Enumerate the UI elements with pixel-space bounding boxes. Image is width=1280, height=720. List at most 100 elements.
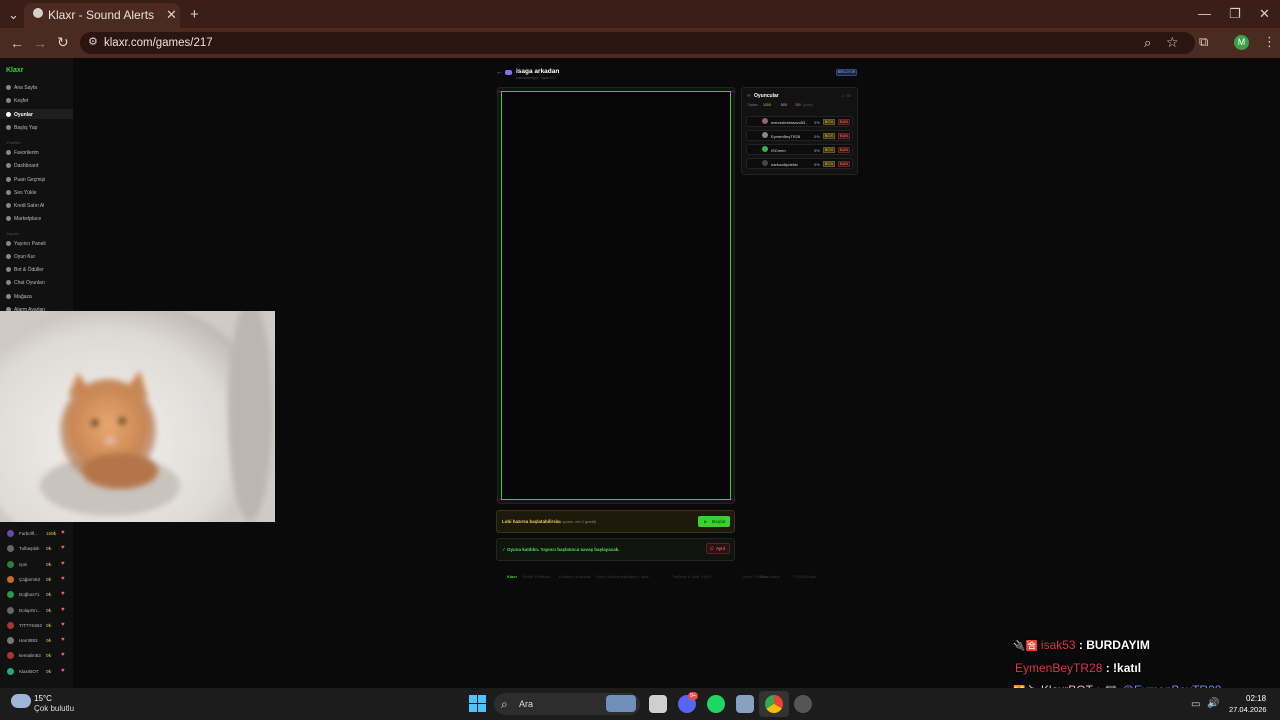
- heart-icon[interactable]: ♥: [61, 622, 65, 628]
- window-close-icon[interactable]: ✕: [1259, 7, 1270, 20]
- sidebar-item-upload[interactable]: Ses Yükle: [6, 190, 36, 196]
- footer-link[interactable]: Bize Ulaşın: [760, 574, 780, 579]
- sidebar-section-head: Yönetim: [6, 140, 21, 145]
- weather-text[interactable]: Çok bulutlu: [34, 704, 74, 713]
- box-button[interactable]: BOX: [823, 160, 835, 167]
- heart-icon[interactable]: ♥: [61, 545, 65, 551]
- heart-icon[interactable]: ♥: [61, 607, 65, 613]
- weather-temp[interactable]: 15°C: [34, 694, 52, 703]
- sidebar-user-row[interactable]: KlaxrBOT 0₺ ♥: [5, 667, 70, 677]
- shop-icon: [6, 294, 11, 300]
- sidebar-item-points[interactable]: Puan Geçmişi: [6, 177, 45, 183]
- footer-link[interactable]: Kullanım Koşulları: [559, 574, 591, 579]
- forward-icon[interactable]: →: [33, 36, 47, 50]
- sidebar-user-row[interactable]: TITTYK652 0₺ ♥: [5, 621, 70, 631]
- sidebar-item-home[interactable]: Ana Sayfa: [6, 85, 37, 91]
- footer-link[interactable]: Gizlilik Politikası: [522, 574, 551, 579]
- tab-search-icon[interactable]: ⌄: [8, 8, 19, 21]
- bookmark-star-icon[interactable]: ☆: [1166, 35, 1179, 49]
- zoom-icon[interactable]: ⌕: [1144, 36, 1151, 49]
- new-tab-icon[interactable]: +: [190, 7, 199, 22]
- sidebar-item-chat-games[interactable]: Chat Oyunları: [6, 280, 45, 286]
- profile-avatar[interactable]: M: [1234, 35, 1249, 50]
- user-name: kemalim53: [19, 653, 41, 659]
- sidebar-item-setup[interactable]: Oyun Kur: [6, 254, 35, 260]
- sidebar-user-row[interactable]: Işısi 0₺ ♥: [5, 560, 70, 570]
- avatar: [762, 160, 768, 166]
- chrome-icon[interactable]: [765, 695, 783, 713]
- avatar: [762, 132, 768, 138]
- sidebar-item-marketplace[interactable]: Marketplace: [6, 216, 41, 222]
- menu-icon[interactable]: ⋮: [1263, 35, 1276, 48]
- heart-icon[interactable]: ♥: [61, 530, 65, 536]
- rank-icon: ·: [757, 119, 759, 124]
- footer-link[interactable]: KVKK: [701, 574, 712, 579]
- sidebar-item-favorites[interactable]: Favorilerim: [6, 150, 39, 156]
- game-canvas[interactable]: [501, 91, 731, 500]
- back-icon[interactable]: ←: [10, 36, 24, 50]
- avatar: [7, 652, 14, 660]
- reload-icon[interactable]: ↻: [57, 35, 69, 49]
- user-name: Furbollf...: [19, 531, 38, 536]
- user-points: 0₺: [46, 546, 52, 552]
- file-explorer-icon[interactable]: [649, 695, 667, 713]
- box-button[interactable]: BOX: [823, 146, 835, 153]
- sidebar-item-start[interactable]: Başlış Yap: [6, 125, 37, 131]
- sidebar-user-row[interactable]: Çağarm53 0₺ ♥: [5, 575, 70, 585]
- player-name: narkozdipdelisi: [771, 161, 798, 167]
- spotify-icon[interactable]: [707, 695, 725, 713]
- heart-icon[interactable]: ♥: [61, 652, 65, 658]
- footer-link[interactable]: Klaxr: [507, 574, 517, 579]
- heart-icon[interactable]: ♥: [61, 591, 65, 597]
- footer-link[interactable]: Cayma / İade: [625, 574, 649, 579]
- heart-icon[interactable]: ♥: [61, 561, 65, 567]
- heart-icon[interactable]: ♥: [61, 637, 65, 643]
- volume-icon[interactable]: 🔊: [1207, 698, 1219, 709]
- clock-date[interactable]: 27.04.2026: [1229, 705, 1267, 714]
- footer-link[interactable]: © 2026 Klaxr: [793, 574, 816, 579]
- obs-icon[interactable]: [794, 695, 812, 713]
- heart-icon[interactable]: ♥: [61, 668, 65, 674]
- sidebar-item-dashboard[interactable]: Dashboard: [6, 163, 38, 169]
- footer-link[interactable]: Teslimat & İade: [672, 574, 699, 579]
- close-tab-icon[interactable]: ✕: [166, 8, 177, 21]
- ban-button[interactable]: BAN: [838, 132, 850, 139]
- sidebar-item-shop[interactable]: Mağaza: [6, 294, 32, 300]
- clock-time[interactable]: 02:18: [1246, 694, 1266, 703]
- sidebar-item-games[interactable]: Oyunlar: [6, 112, 33, 118]
- heart-icon[interactable]: ♥: [61, 576, 65, 582]
- app-icon[interactable]: [736, 695, 754, 713]
- url-text[interactable]: klaxr.com/games/217: [104, 37, 213, 49]
- avatar: [7, 637, 14, 645]
- sidebar-user-row[interactable]: kemalim53 0₺ ♥: [5, 651, 70, 661]
- address-bar[interactable]: [80, 32, 1195, 54]
- windows-start-icon[interactable]: [469, 695, 486, 712]
- extensions-icon[interactable]: ⧉: [1199, 35, 1208, 48]
- sidebar-user-row[interactable]: Tulbaşıbik 0₺ ♥: [5, 544, 70, 554]
- avatar: [762, 118, 768, 124]
- sidebar-user-row[interactable]: Furbollf... 150₺ ♥: [5, 529, 70, 539]
- sidebar-item-explore[interactable]: Keşfet: [6, 98, 28, 104]
- sidebar-item-bot[interactable]: Bot & Ödüller: [6, 267, 44, 273]
- logo[interactable]: Klaxr: [6, 67, 24, 74]
- sidebar-user-row[interactable]: DolapOn... 0₺ ♥: [5, 606, 70, 616]
- network-icon[interactable]: ▭: [1191, 699, 1200, 710]
- box-button[interactable]: BOX: [823, 118, 835, 125]
- footer-link[interactable]: Satış Sözleşmesi: [596, 574, 627, 579]
- ban-button[interactable]: BAN: [838, 146, 850, 153]
- minimize-icon[interactable]: —: [1198, 7, 1211, 20]
- taskbar-search-placeholder[interactable]: Ara: [519, 699, 533, 709]
- sidebar-user-row[interactable]: Doğbos71 0₺ ♥: [5, 590, 70, 600]
- box-button[interactable]: BOX: [823, 132, 835, 139]
- sidebar-item-credits[interactable]: Kredi Satın Al: [6, 203, 44, 209]
- page-title: isaga arkadan: [516, 68, 560, 75]
- ban-button[interactable]: BAN: [838, 118, 850, 125]
- restore-icon[interactable]: ❐: [1229, 7, 1241, 20]
- site-info-icon[interactable]: ⚙: [88, 37, 98, 48]
- start-button-label: Başlat: [712, 519, 726, 524]
- sidebar-user-row[interactable]: Harrit853 0₺ ♥: [5, 636, 70, 646]
- sidebar-item-panel[interactable]: Yayıncı Paneli: [6, 241, 46, 247]
- user-points: 150₺: [46, 531, 57, 536]
- ban-button[interactable]: BAN: [838, 160, 850, 167]
- back-arrow-icon[interactable]: ←: [496, 69, 503, 76]
